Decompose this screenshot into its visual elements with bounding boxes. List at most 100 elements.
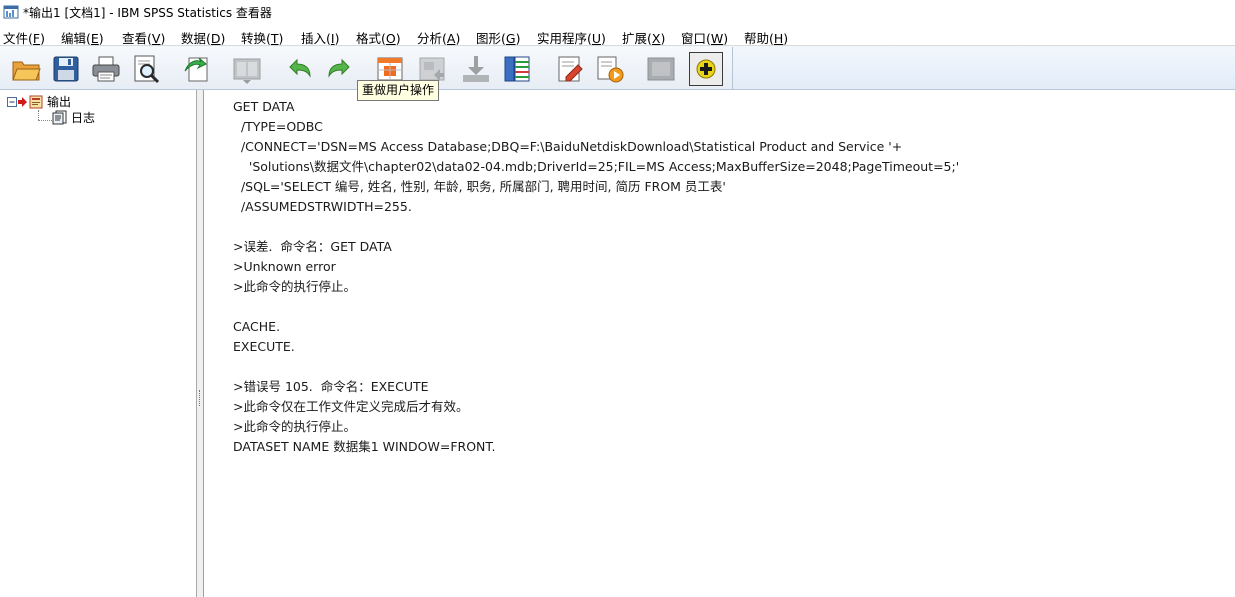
log-line: 'Solutions\数据文件\chapter02\data02-04.mdb;… (233, 159, 960, 174)
variables-button[interactable] (500, 52, 534, 86)
log-line: >错误号 105. 命令名：EXECUTE (233, 379, 429, 394)
menu-item-accelerator: O (385, 31, 396, 46)
run-script-button[interactable] (593, 52, 627, 86)
print-preview-icon (134, 55, 160, 84)
log-line: >此命令仅在工作文件定义完成后才有效。 (233, 399, 469, 414)
open-folder-button[interactable] (9, 52, 43, 86)
log-line: >此命令的执行停止。 (233, 279, 356, 294)
print-button[interactable] (89, 52, 123, 86)
menu-item-label: 格式( (356, 31, 386, 46)
save-button[interactable] (49, 52, 83, 86)
menu-item-label: 实用程序( (537, 31, 592, 46)
tree-connector (38, 120, 52, 121)
export-button[interactable] (180, 52, 214, 86)
menu-item-label: 窗口( (681, 31, 711, 46)
print-icon (92, 56, 120, 82)
log-line: EXECUTE. (233, 339, 295, 354)
log-line: >Unknown error (233, 259, 336, 274)
menu-item-7[interactable]: 格式(O) (356, 28, 401, 47)
menu-item-5[interactable]: 转换(T) (241, 28, 283, 47)
log-line: /CONNECT='DSN=MS Access Database;DBQ=F:\… (233, 139, 903, 154)
log-output[interactable]: GET DATA /TYPE=ODBC /CONNECT='DSN=MS Acc… (233, 97, 959, 457)
menu-item-1[interactable]: 文件(F) (3, 28, 45, 47)
show-all-icon (647, 57, 675, 81)
menu-item-label-end: ) (515, 31, 521, 46)
menu-item-label: 编辑( (61, 31, 91, 46)
menu-item-13[interactable]: 帮助(H) (744, 28, 788, 47)
menu-item-10[interactable]: 实用程序(U) (537, 28, 606, 47)
spss-viewer-icon (3, 5, 19, 19)
recall-dialog-button[interactable] (230, 52, 264, 86)
menu-item-accelerator: D (210, 31, 221, 46)
menu-item-accelerator: U (591, 31, 602, 46)
export-icon (184, 57, 208, 82)
log-line: >误差. 命令名：GET DATA (233, 239, 392, 254)
menu-item-9[interactable]: 图形(G) (476, 28, 520, 47)
undo-icon (289, 58, 311, 78)
collapse-icon[interactable] (7, 96, 17, 107)
goto-variable-icon (463, 56, 489, 82)
print-preview-button[interactable] (129, 52, 163, 86)
outline-root-output[interactable]: 输出 (7, 93, 71, 110)
menu-item-label-end: ) (783, 31, 789, 46)
log-icon (52, 110, 67, 125)
menu-item-label-end: ) (40, 31, 45, 46)
menu-item-11[interactable]: 扩展(X) (622, 28, 665, 47)
log-line: DATASET NAME 数据集1 WINDOW=FRONT. (233, 439, 496, 454)
log-line: /ASSUMEDSTRWIDTH=255. (233, 199, 412, 214)
log-line: CACHE. (233, 319, 281, 334)
menu-item-label: 图形( (476, 31, 506, 46)
show-all-button[interactable] (644, 52, 678, 86)
outline-item-log[interactable]: 日志 (52, 109, 95, 126)
splitter-grip[interactable] (199, 390, 202, 406)
log-line: >此命令的执行停止。 (233, 419, 356, 434)
outline-root-label: 输出 (47, 95, 72, 109)
redo-tooltip: 重做用户操作 (357, 80, 440, 101)
redo-icon (328, 58, 350, 78)
title-bar: *输出1 [文档1] - IBM SPSS Statistics 查看器 (0, 0, 1235, 24)
run-script-icon (597, 56, 624, 83)
menu-item-label-end: ) (220, 31, 226, 46)
menu-item-accelerator: W (710, 31, 724, 46)
output-book-icon (29, 95, 43, 108)
menu-item-3[interactable]: 查看(V) (122, 28, 165, 47)
undo-button[interactable] (282, 52, 316, 86)
content-pane[interactable]: GET DATA /TYPE=ODBC /CONNECT='DSN=MS Acc… (204, 90, 1235, 597)
menu-item-4[interactable]: 数据(D) (181, 28, 225, 47)
outline-item-label: 日志 (71, 111, 96, 125)
add-item-button[interactable] (689, 52, 723, 86)
log-line: GET DATA (233, 99, 295, 114)
menu-item-6[interactable]: 插入(I) (301, 28, 339, 47)
menu-item-label-end: ) (723, 31, 729, 46)
menu-bar: 文件(F) 编辑(E) 查看(V) 数据(D) 转换(T) 插入(I) 格式(O) 分析(A)… (0, 24, 1235, 46)
designate-window-icon (558, 56, 583, 82)
menu-item-label-end: ) (160, 31, 166, 46)
redo-button[interactable] (323, 52, 357, 86)
menu-item-label: 分析( (417, 31, 447, 46)
open-folder-icon (12, 61, 41, 81)
menu-item-label-end: ) (395, 31, 401, 46)
recall-dialog-icon (233, 58, 261, 84)
pane-splitter[interactable] (197, 90, 204, 597)
toolbar (0, 46, 1235, 90)
menu-item-label: 数据( (181, 31, 211, 46)
outline-pane[interactable]: 输出 日志 (0, 90, 197, 597)
menu-item-accelerator: T (270, 31, 279, 46)
menu-item-label-end: ) (334, 31, 340, 46)
menu-item-label: 文件( (3, 31, 33, 46)
designate-window-button[interactable] (553, 52, 587, 86)
goto-variable-button[interactable] (459, 52, 493, 86)
window-title: *输出1 [文档1] - IBM SPSS Statistics 查看器 (23, 5, 272, 20)
menu-item-accelerator: H (773, 31, 784, 46)
menu-item-label: 帮助( (744, 31, 774, 46)
menu-item-8[interactable]: 分析(A) (417, 28, 460, 47)
log-line: /SQL='SELECT 编号, 姓名, 性别, 年龄, 职务, 所属部门, 聘… (233, 179, 726, 194)
variables-icon (504, 56, 530, 82)
menu-item-2[interactable]: 编辑(E) (61, 28, 104, 47)
menu-item-12[interactable]: 窗口(W) (681, 28, 728, 47)
current-arrow-icon (18, 96, 27, 107)
add-item-icon (696, 59, 716, 79)
